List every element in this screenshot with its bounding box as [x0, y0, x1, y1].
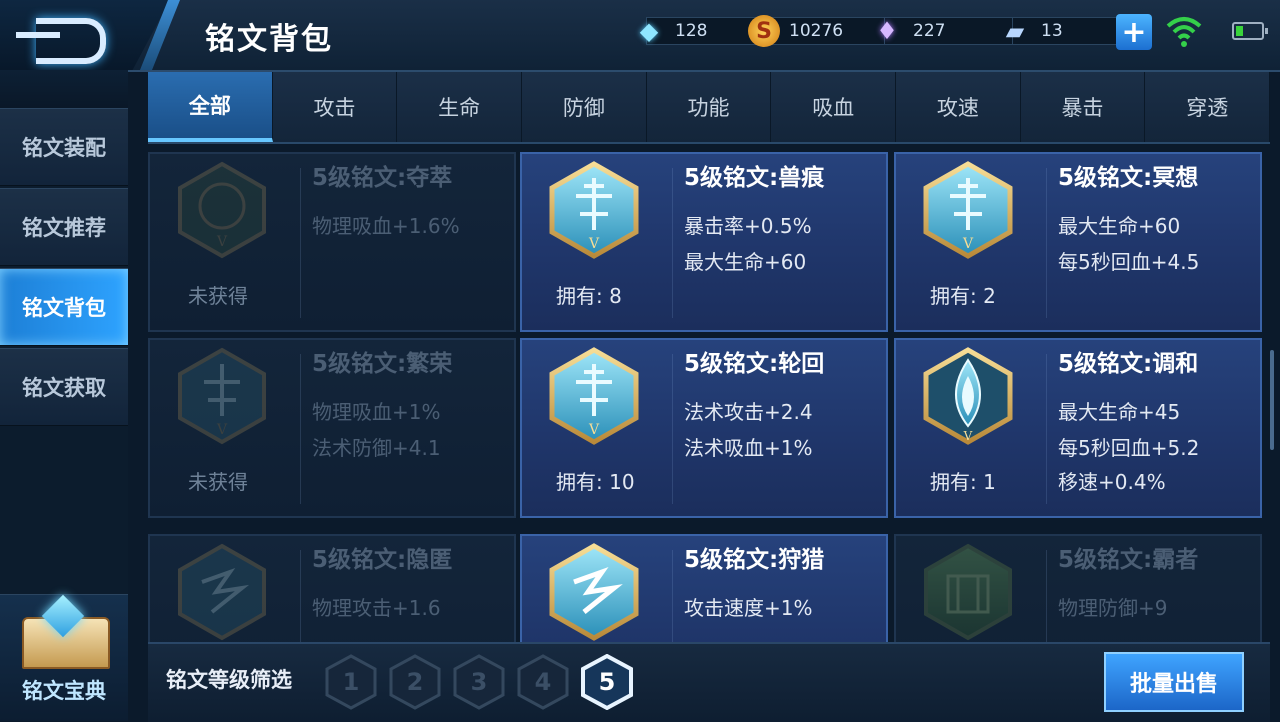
level-filter-bar: 铭文等级筛选 1 2 3 4 5 批量出售 [148, 642, 1270, 722]
page-title: 铭文背包 [205, 22, 333, 57]
tab-penetration[interactable]: 穿透 [1145, 72, 1271, 142]
sidebar-item-bag[interactable]: 铭文背包 [0, 268, 128, 346]
grid-scrollbar[interactable] [1270, 350, 1274, 450]
top-bar: 铭文背包 ◆ 128 S 10276 ♦ 227 ▰ 13 + [0, 0, 1280, 72]
tab-health[interactable]: 生命 [397, 72, 523, 142]
inscription-card[interactable]: V 5级铭文:调和 最大生命+45 每5秒回血+5.2 移速+0.4% 拥有: … [894, 338, 1262, 518]
inscription-grid: V 5级铭文:夺萃 物理吸血+1.6% 未获得 V 5级铭文:兽痕 暴击率+0.… [148, 152, 1270, 642]
sidebar-item-equip[interactable]: 铭文装配 [0, 108, 128, 186]
svg-text:V: V [216, 422, 228, 438]
tab-attack-speed[interactable]: 攻速 [896, 72, 1021, 142]
inscription-card[interactable]: V 5级铭文:轮回 法术攻击+2.4 法术吸血+1% 拥有: 10 [520, 338, 888, 518]
blue-emblem-icon: V [923, 161, 1013, 259]
inscription-card[interactable]: V 5级铭文:兽痕 暴击率+0.5% 最大生命+60 拥有: 8 [520, 152, 888, 332]
lightning-emblem-icon [178, 543, 266, 641]
level-filter-1[interactable]: 1 [324, 654, 378, 710]
blue-emblem-icon: V [178, 347, 266, 445]
bulk-sell-button[interactable]: 批量出售 [1104, 652, 1244, 712]
tab-defense[interactable]: 防御 [522, 72, 647, 142]
sidebar-item-obtain[interactable]: 铭文获取 [0, 348, 128, 426]
svg-text:V: V [588, 236, 600, 252]
lightning-emblem-icon [549, 543, 639, 641]
inscription-card[interactable]: V 5级铭文:繁荣 物理吸血+1% 法术防御+4.1 未获得 [148, 338, 516, 518]
inscription-card[interactable]: 5级铭文:隐匿 物理攻击+1.6 [148, 534, 516, 642]
svg-text:V: V [963, 429, 973, 443]
green-emblem-icon: V [178, 161, 266, 259]
codex-button[interactable]: 铭文宝典 [0, 594, 128, 721]
back-arrow-icon [16, 18, 106, 64]
inscription-card[interactable]: V 5级铭文:冥想 最大生命+60 每5秒回血+4.5 拥有: 2 [894, 152, 1262, 332]
category-tabs: 全部 攻击 生命 防御 功能 吸血 攻速 暴击 穿透 [148, 72, 1271, 144]
gold-coin-icon: S [748, 15, 780, 47]
level-filter-3[interactable]: 3 [452, 654, 506, 710]
card-icon: ▰ [1005, 17, 1025, 45]
diamond-icon: ◆ [639, 17, 659, 45]
tab-crit[interactable]: 暴击 [1021, 72, 1146, 142]
svg-text:V: V [588, 422, 600, 438]
green-emblem-icon [924, 543, 1012, 641]
inscription-card[interactable]: 5级铭文:霸者 物理防御+9 [894, 534, 1262, 642]
level-filter-5[interactable]: 5 [580, 654, 634, 710]
drop-emblem-icon: V [923, 347, 1013, 445]
inscription-card[interactable]: 5级铭文:狩猎 攻击速度+1% [520, 534, 888, 642]
tab-lifesteal[interactable]: 吸血 [771, 72, 897, 142]
resource-card: ▰ 13 [998, 16, 1130, 46]
blue-emblem-icon: V [549, 161, 639, 259]
wifi-icon [1166, 17, 1202, 47]
tab-utility[interactable]: 功能 [647, 72, 772, 142]
level-filter-4[interactable]: 4 [516, 654, 570, 710]
sidebar-item-recommend[interactable]: 铭文推荐 [0, 188, 128, 266]
svg-text:V: V [216, 234, 228, 250]
level-filter-2[interactable]: 2 [388, 654, 442, 710]
tab-all[interactable]: 全部 [148, 72, 273, 142]
battery-icon [1232, 22, 1268, 40]
gem-icon: ♦ [876, 17, 898, 45]
svg-text:V: V [962, 236, 974, 252]
blue-emblem-icon: V [549, 347, 639, 445]
add-resource-button[interactable]: + [1116, 14, 1152, 50]
inscription-card[interactable]: V 5级铭文:夺萃 物理吸血+1.6% 未获得 [148, 152, 516, 332]
tab-attack[interactable]: 攻击 [273, 72, 398, 142]
filter-label: 铭文等级筛选 [166, 668, 292, 692]
